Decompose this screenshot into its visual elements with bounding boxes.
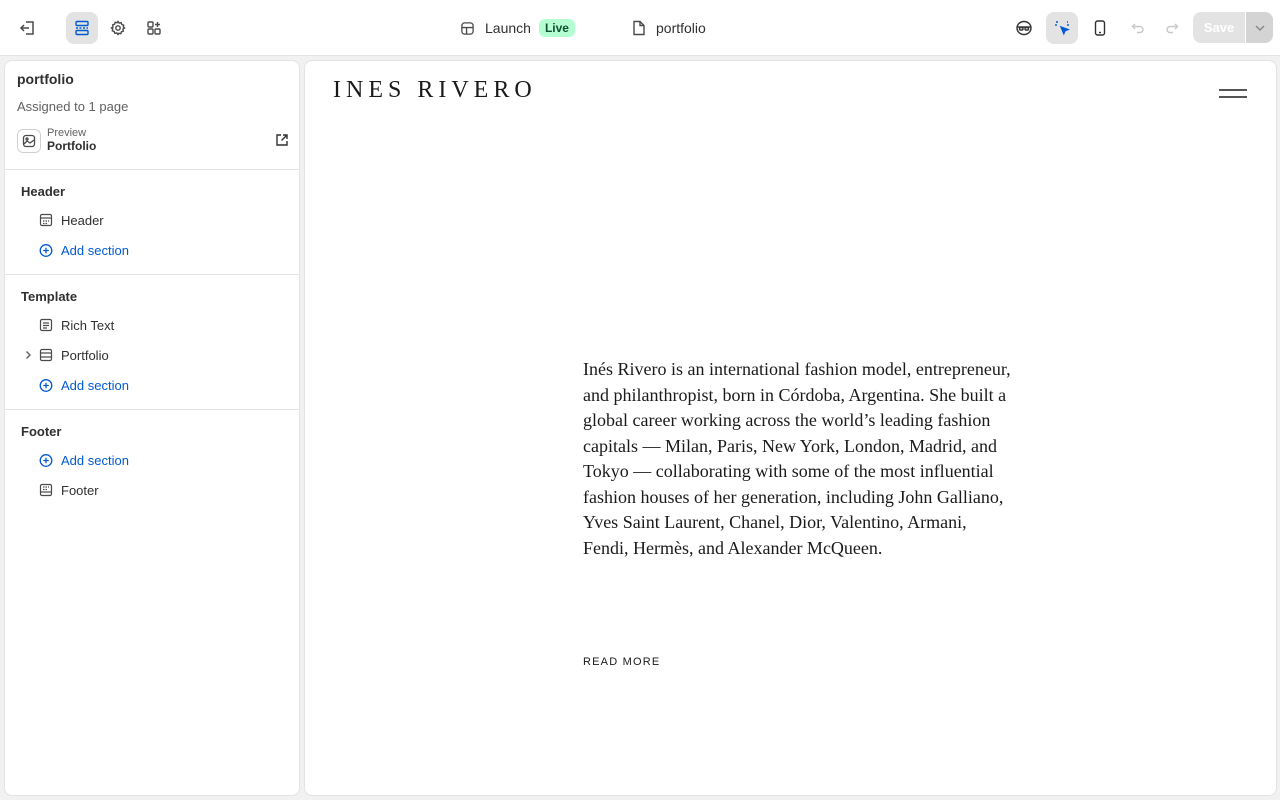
section-portfolio[interactable]: Portfolio: [21, 345, 109, 365]
rich-text-body: Inés Rivero is an international fashion …: [583, 359, 1011, 558]
apps-button[interactable]: [138, 12, 170, 44]
top-bar: Launch Live portfolio Save: [0, 0, 1280, 56]
mobile-preview-button[interactable]: [1084, 12, 1116, 44]
save-button[interactable]: Save: [1193, 12, 1245, 43]
section-header[interactable]: Header: [21, 210, 104, 230]
add-section-header[interactable]: Add section: [21, 240, 129, 260]
page-label: portfolio: [656, 20, 706, 36]
undo-button[interactable]: [1122, 12, 1154, 44]
theme-launch[interactable]: Launch Live: [460, 0, 575, 56]
menu-icon[interactable]: [1219, 89, 1247, 99]
redo-button[interactable]: [1156, 12, 1188, 44]
image-icon: [22, 134, 36, 148]
page-selector[interactable]: portfolio: [632, 0, 706, 56]
mobile-icon: [1094, 20, 1106, 36]
launch-icon: [461, 21, 474, 35]
redo-icon: [1166, 23, 1179, 34]
redact-icon: [1016, 20, 1032, 36]
add-circle-icon: [39, 378, 53, 392]
add-circle-icon: [39, 243, 53, 257]
exit-icon: [19, 21, 34, 35]
exit-button[interactable]: [12, 12, 44, 44]
group-header-label: Header: [21, 184, 66, 199]
chevron-right-icon[interactable]: [23, 350, 33, 360]
page-icon: [633, 20, 645, 36]
add-section-label: Add section: [61, 377, 129, 393]
preview-canvas[interactable]: INES RIVERO Inés Rivero is an internatio…: [304, 60, 1277, 796]
portfolio-section-icon: [39, 348, 53, 362]
group-template-label: Template: [21, 289, 78, 304]
add-section-label: Add section: [61, 452, 129, 468]
settings-button[interactable]: [102, 12, 134, 44]
preview-selector[interactable]: Preview Portfolio: [17, 127, 289, 163]
section-label: Rich Text: [61, 317, 115, 333]
sections-icon: [75, 20, 89, 36]
section-label: Header: [61, 212, 104, 228]
add-section-footer[interactable]: Add section: [21, 450, 129, 470]
chevron-down-icon: [1254, 24, 1265, 31]
apps-icon: [147, 21, 161, 35]
gear-icon: [110, 20, 126, 36]
preview-thumbnail: [17, 129, 41, 153]
add-section-template[interactable]: Add section: [21, 375, 129, 395]
sections-sidebar: portfolio Assigned to 1 page Preview Por…: [4, 60, 300, 796]
rich-text-icon: [39, 318, 53, 332]
section-footer[interactable]: Footer: [21, 480, 99, 500]
assigned-count: Assigned to 1 page: [17, 99, 129, 114]
header-section-icon: [39, 213, 53, 227]
preview-caption: Preview: [47, 127, 87, 139]
template-title: portfolio: [17, 71, 74, 87]
status-badge: Live: [538, 19, 575, 37]
divider: [5, 169, 299, 170]
site-logo[interactable]: INES RIVERO: [333, 77, 537, 104]
sections-button[interactable]: [66, 12, 98, 44]
preview-name: Portfolio: [47, 139, 97, 153]
inspector-toggle[interactable]: [1046, 12, 1078, 44]
save-group: Save: [1193, 12, 1273, 43]
section-rich-text[interactable]: Rich Text: [21, 315, 114, 335]
footer-section-icon: [39, 483, 53, 497]
add-section-label: Add section: [61, 242, 129, 258]
undo-icon: [1131, 23, 1144, 34]
group-footer-label: Footer: [21, 424, 62, 439]
add-circle-icon: [39, 453, 53, 467]
section-label: Footer: [61, 482, 99, 498]
launch-label: Launch: [485, 20, 531, 36]
external-link-icon[interactable]: [275, 133, 289, 147]
redact-toggle[interactable]: [1008, 12, 1040, 44]
read-more-link[interactable]: READ MORE: [583, 656, 660, 668]
inspector-icon: [1055, 21, 1070, 36]
divider: [5, 409, 299, 410]
save-options-button[interactable]: [1246, 12, 1273, 43]
divider: [5, 274, 299, 275]
section-label: Portfolio: [61, 347, 109, 363]
